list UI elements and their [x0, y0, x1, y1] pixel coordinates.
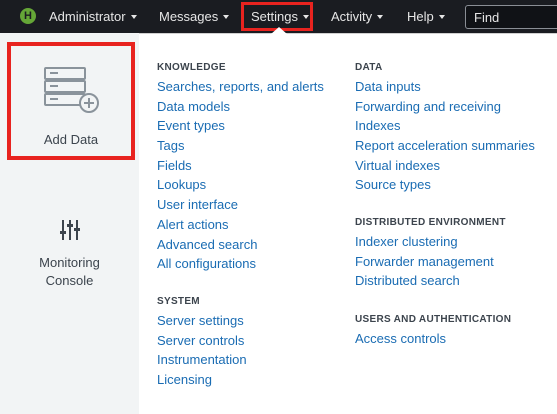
section-title-knowledge: KNOWLEDGE	[157, 62, 226, 73]
menu-item-tags[interactable]: Tags	[157, 136, 324, 156]
menu-item-data-inputs[interactable]: Data inputs	[355, 77, 535, 97]
menu-item-alert-actions[interactable]: Alert actions	[157, 215, 324, 235]
menu-item-distributed-search[interactable]: Distributed search	[355, 271, 494, 291]
menu-item-report-acceleration-summaries[interactable]: Report acceleration summaries	[355, 136, 535, 156]
menu-item-indexes[interactable]: Indexes	[355, 116, 535, 136]
section-title-distributed-environment: DISTRIBUTED ENVIRONMENT	[355, 217, 506, 228]
menu-item-server-settings[interactable]: Server settings	[157, 311, 247, 331]
menu-item-user-interface[interactable]: User interface	[157, 195, 324, 215]
menu-item-server-controls[interactable]: Server controls	[157, 331, 247, 351]
dropdown-pointer-arrow	[271, 27, 287, 34]
monitoring-label-line2: Console	[45, 273, 94, 288]
add-data-button[interactable]: Add Data	[7, 42, 135, 160]
system-menu-list: Server settings Server controls Instrume…	[157, 311, 247, 390]
menu-item-fields[interactable]: Fields	[157, 156, 324, 176]
caret-down-icon	[223, 14, 230, 19]
section-title-data: DATA	[355, 62, 383, 73]
menu-item-all-configurations[interactable]: All configurations	[157, 254, 324, 274]
menu-item-advanced-search[interactable]: Advanced search	[157, 235, 324, 255]
monitoring-console-link[interactable]: Monitoring Console	[0, 254, 139, 290]
menu-item-source-types[interactable]: Source types	[355, 175, 535, 195]
nav-help-label: Help	[407, 9, 434, 24]
users-menu-list: Access controls	[355, 329, 446, 349]
menu-item-searches-reports-alerts[interactable]: Searches, reports, and alerts	[157, 77, 324, 97]
nav-messages-label: Messages	[159, 9, 219, 24]
nav-activity-label: Activity	[331, 9, 373, 24]
menu-item-forwarding-receiving[interactable]: Forwarding and receiving	[355, 97, 535, 117]
caret-down-icon	[438, 14, 445, 19]
menu-item-lookups[interactable]: Lookups	[157, 175, 324, 195]
knowledge-menu-list: Searches, reports, and alerts Data model…	[157, 77, 324, 274]
menu-item-data-models[interactable]: Data models	[157, 97, 324, 117]
caret-down-icon	[377, 14, 384, 19]
app-logo-icon[interactable]: H	[20, 8, 36, 24]
section-title-users-authentication: USERS AND AUTHENTICATION	[355, 314, 512, 325]
menu-item-forwarder-management[interactable]: Forwarder management	[355, 252, 494, 272]
monitoring-label-line1: Monitoring	[39, 255, 100, 270]
sliders-icon	[59, 219, 81, 246]
menu-item-access-controls[interactable]: Access controls	[355, 329, 446, 349]
nav-messages[interactable]: Messages	[159, 0, 230, 33]
menu-item-instrumentation[interactable]: Instrumentation	[157, 350, 247, 370]
nav-administrator[interactable]: Administrator	[49, 0, 137, 33]
distributed-menu-list: Indexer clustering Forwarder management …	[355, 232, 494, 291]
nav-administrator-label: Administrator	[49, 9, 126, 24]
nav-activity[interactable]: Activity	[331, 0, 384, 33]
add-data-server-icon	[44, 66, 102, 119]
add-data-label: Add Data	[43, 132, 99, 147]
find-input[interactable]	[466, 6, 557, 28]
menu-item-licensing[interactable]: Licensing	[157, 370, 247, 390]
data-menu-list: Data inputs Forwarding and receiving Ind…	[355, 77, 535, 195]
caret-down-icon	[130, 14, 137, 19]
section-title-system: SYSTEM	[157, 296, 200, 307]
menu-item-indexer-clustering[interactable]: Indexer clustering	[355, 232, 494, 252]
menu-item-event-types[interactable]: Event types	[157, 116, 324, 136]
nav-help[interactable]: Help	[407, 0, 445, 33]
menu-item-virtual-indexes[interactable]: Virtual indexes	[355, 156, 535, 176]
find-search-box[interactable]	[465, 5, 557, 29]
